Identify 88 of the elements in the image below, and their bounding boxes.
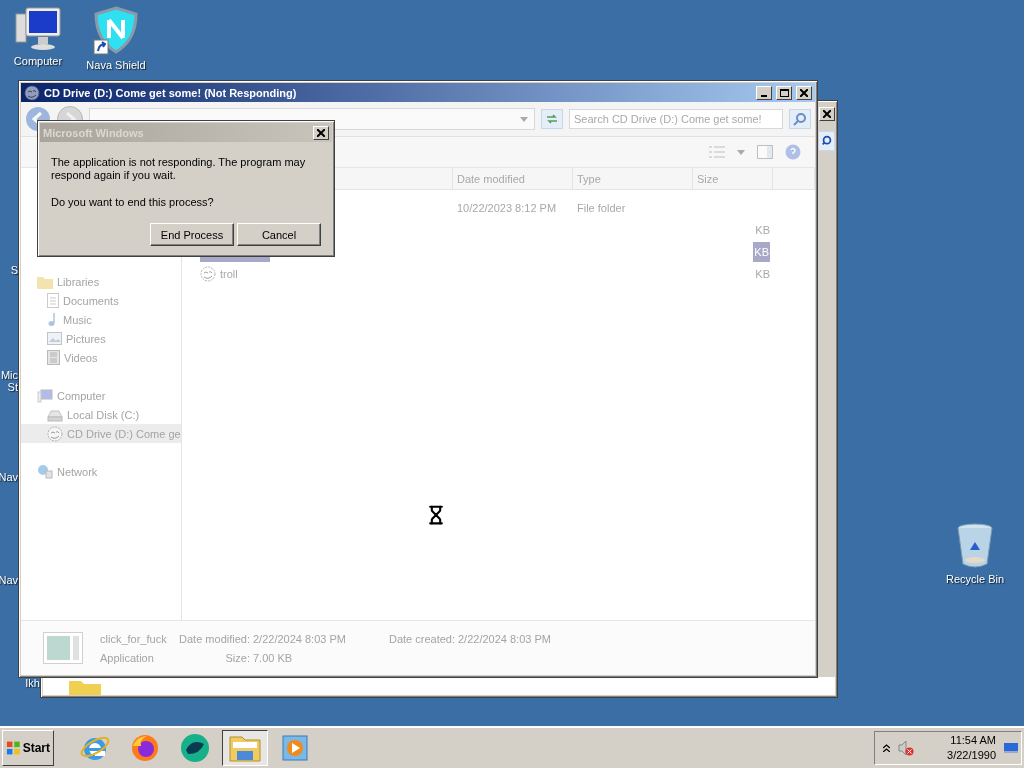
close-button[interactable] [796, 85, 812, 100]
shield-icon [92, 6, 140, 56]
film-icon [47, 350, 60, 365]
search-button[interactable] [789, 109, 811, 129]
dialog-message: The application is not responding. The program may respond again if you wait. [51, 156, 307, 182]
folder-icon [37, 274, 53, 289]
dialog-button[interactable]: Cancel [237, 223, 321, 246]
column-header[interactable]: Type [573, 168, 693, 190]
type-cell: File folder [577, 202, 626, 214]
icon-label[interactable]: Nav [0, 471, 18, 483]
dialog-button[interactable]: End Process [150, 223, 234, 246]
close-icon [823, 110, 831, 118]
refresh-icon [545, 113, 559, 125]
caret-icon [737, 149, 745, 155]
search-button[interactable] [819, 131, 835, 151]
icon-label[interactable]: Computer [13, 55, 63, 67]
maximize-icon [779, 88, 789, 97]
window-title: CD Drive (D:) Come get some! (Not Responding) [44, 86, 298, 99]
computer-icon [37, 388, 53, 403]
close-button[interactable] [819, 107, 835, 121]
dialog-question: Do you want to end this process? [51, 196, 215, 208]
icon-label[interactable]: Ikh [20, 677, 40, 689]
face-sketch-icon [24, 84, 40, 101]
icon-label[interactable]: S [0, 264, 18, 276]
hard-disk-icon [47, 407, 63, 422]
close-icon [800, 88, 808, 97]
size-cell: KB [755, 224, 770, 236]
caret-icon [520, 116, 528, 122]
nav-item[interactable]: Computer [21, 386, 181, 405]
fox-globe-icon [129, 732, 161, 764]
detail-label: Date created: [388, 631, 456, 646]
column-header[interactable]: Date modified [453, 168, 573, 190]
trash-bin-icon [955, 522, 995, 570]
chat-bubble-icon [178, 732, 212, 764]
search-icon [793, 112, 807, 126]
detail-label: Size: [224, 650, 251, 665]
close-button[interactable] [313, 125, 329, 140]
file-thumbnail-icon [43, 632, 83, 664]
detail-value: 2/22/2024 8:03 PM [458, 632, 552, 645]
clock-date: 3/22/1990 [947, 748, 996, 763]
computer-icon [14, 6, 62, 52]
face-sketch-icon [47, 425, 63, 442]
nav-item[interactable]: Videos [21, 348, 181, 367]
date-cell: 10/22/2023 8:12 PM [457, 202, 557, 214]
nav-item[interactable]: Libraries [21, 272, 181, 291]
icon-label[interactable]: Nav [0, 574, 18, 586]
maximize-button[interactable] [776, 85, 792, 100]
icon-label[interactable]: Nava Shield [86, 59, 146, 71]
icon-label[interactable]: Mic St [0, 369, 18, 393]
file-name: click_for_fuck [100, 632, 168, 645]
minimize-button[interactable] [756, 85, 772, 100]
nav-item[interactable]: Network [21, 462, 181, 481]
file-name[interactable]: troll [220, 268, 238, 280]
start-button[interactable]: Start [2, 730, 54, 766]
search-icon [820, 135, 833, 147]
nav-item[interactable]: Local Disk (C:) [21, 405, 181, 424]
forward-button-icon [57, 106, 83, 120]
detail-label: Date modified: [178, 631, 251, 646]
detail-value: 7.00 KB [253, 651, 294, 664]
preview-pane-icon [757, 145, 773, 159]
picture-icon [47, 332, 62, 345]
globe-icon [37, 464, 53, 479]
windows-logo-icon [6, 740, 21, 756]
clock-time: 11:54 AM [950, 733, 996, 748]
chevron-up-icon [883, 744, 890, 752]
help-icon [785, 144, 801, 160]
hourglass-cursor-icon [426, 505, 446, 525]
nav-item[interactable]: Music [21, 310, 181, 329]
document-icon [47, 293, 59, 308]
minimize-icon [761, 94, 767, 97]
show-desktop-icon [1004, 741, 1018, 755]
size-cell: KB [753, 242, 770, 262]
media-player-icon [280, 733, 310, 763]
detail-value: 2/22/2024 8:03 PM [253, 632, 347, 645]
folder-icon [228, 733, 262, 763]
size-cell: KB [755, 268, 770, 280]
nav-item[interactable]: Documents [21, 291, 181, 310]
search-field[interactable]: Search CD Drive (D:) Come get some! [569, 109, 783, 129]
nav-item[interactable]: CD Drive (D:) Come ge [21, 424, 181, 443]
face-sketch-icon [200, 266, 216, 282]
icon-label[interactable]: Recycle Bin [945, 573, 1005, 585]
view-list-icon [709, 145, 725, 159]
speaker-muted-icon [898, 740, 914, 756]
file-type: Application [100, 651, 155, 664]
taskbar-app[interactable] [222, 730, 268, 766]
close-icon [317, 128, 325, 137]
column-header[interactable]: Size [693, 168, 773, 190]
nav-item[interactable]: Pictures [21, 329, 181, 348]
